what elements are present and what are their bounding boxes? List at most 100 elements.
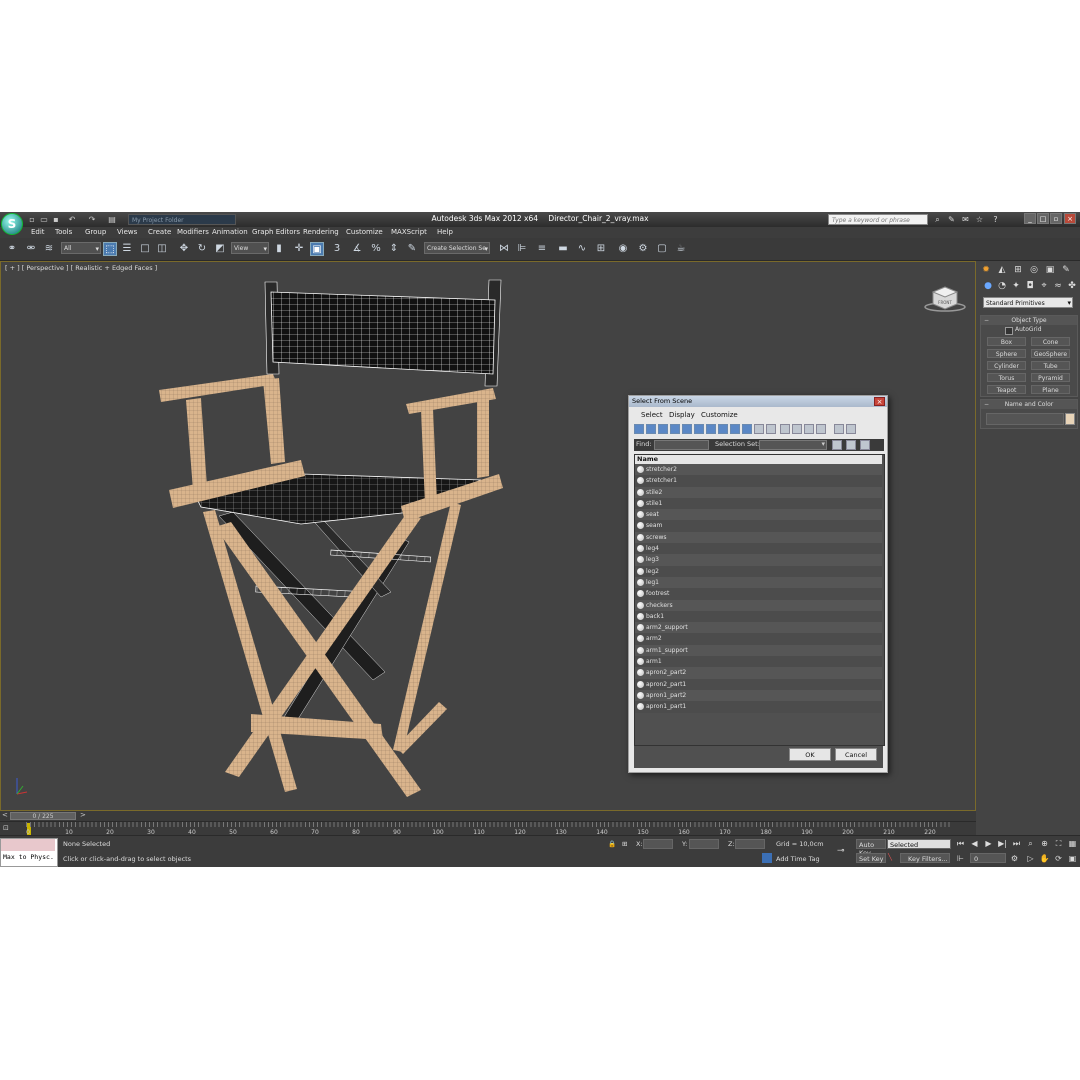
cylinder-button[interactable]: Cylinder: [987, 361, 1026, 370]
go-to-end-icon[interactable]: ⏭: [1011, 838, 1022, 849]
schematic-view-icon[interactable]: ⊞: [594, 242, 608, 256]
display-lights-icon[interactable]: [658, 424, 668, 434]
object-list-row[interactable]: apron1_part1: [635, 701, 882, 713]
selection-set-dropdown[interactable]: [759, 440, 827, 450]
teapot-button[interactable]: Teapot: [987, 385, 1026, 394]
dialog-menu-customize[interactable]: Customize: [701, 411, 738, 419]
display-bones-icon[interactable]: [730, 424, 740, 434]
render-production-icon[interactable]: ☕: [674, 242, 688, 256]
curve-editor-icon[interactable]: ∿: [575, 242, 589, 256]
zoom-extents-all-icon[interactable]: ▦: [1067, 838, 1078, 849]
cameras-icon[interactable]: ◘: [1024, 280, 1036, 292]
object-list-row[interactable]: leg3: [635, 554, 882, 566]
time-slider-next-icon[interactable]: >: [80, 811, 86, 819]
material-editor-icon[interactable]: ◉: [616, 242, 630, 256]
maxscript-listener[interactable]: Max to Physc.: [0, 838, 58, 867]
play-icon[interactable]: ▶: [983, 838, 994, 849]
display-shapes-icon[interactable]: [646, 424, 656, 434]
perspective-viewport[interactable]: [ + ] [ Perspective ] [ Realistic + Edge…: [0, 261, 976, 811]
ok-button[interactable]: OK: [789, 748, 831, 761]
select-none-icon[interactable]: [846, 440, 856, 450]
time-slider[interactable]: < 0 / 225 >: [0, 811, 976, 821]
time-tag-icon[interactable]: [762, 853, 772, 863]
rendered-frame-window-icon[interactable]: ▢: [655, 242, 669, 256]
mini-curve-editor-icon[interactable]: ⊡: [3, 824, 17, 833]
percent-snap-icon[interactable]: %: [369, 242, 383, 256]
name-color-title[interactable]: Name and Color: [981, 400, 1077, 409]
cancel-button[interactable]: Cancel: [835, 748, 877, 761]
time-slider-prev-icon[interactable]: <: [2, 811, 8, 819]
display-tab-icon[interactable]: ▣: [1044, 264, 1056, 276]
select-rotate-icon[interactable]: ↻: [195, 242, 209, 256]
maximize-button[interactable]: □: [1037, 213, 1049, 224]
next-frame-icon[interactable]: ▶|: [997, 838, 1008, 849]
display-frozen-icon[interactable]: [754, 424, 764, 434]
menu-views[interactable]: Views: [117, 228, 137, 236]
box-button[interactable]: Box: [987, 337, 1026, 346]
filter-options-icon[interactable]: [846, 424, 856, 434]
hierarchy-tab-icon[interactable]: ⊞: [1012, 264, 1024, 276]
restore-button[interactable]: ▫: [1050, 213, 1062, 224]
render-setup-icon[interactable]: ⚙: [636, 242, 650, 256]
lock-selection-icon[interactable]: 🔒: [608, 840, 616, 848]
window-crossing-icon[interactable]: ◫: [155, 242, 169, 256]
add-time-tag[interactable]: Add Time Tag: [776, 855, 820, 863]
menu-customize[interactable]: Customize: [346, 228, 383, 236]
select-manipulate-icon[interactable]: ✛: [292, 242, 306, 256]
object-list-row[interactable]: arm1: [635, 656, 882, 668]
x-coordinate-field[interactable]: [643, 839, 673, 849]
space-warps-icon[interactable]: ≈: [1052, 280, 1064, 292]
object-list-row[interactable]: apron2_part1: [635, 678, 882, 690]
menu-group[interactable]: Group: [85, 228, 106, 236]
object-name-field[interactable]: [986, 413, 1064, 425]
layer-manager-icon[interactable]: ≡: [535, 242, 549, 256]
object-list-row[interactable]: leg4: [635, 543, 882, 555]
favorites-star-icon[interactable]: ☆: [974, 214, 985, 225]
dialog-menu-select[interactable]: Select: [641, 411, 663, 419]
motion-tab-icon[interactable]: ◎: [1028, 264, 1040, 276]
display-none-icon[interactable]: [792, 424, 802, 434]
select-invert-icon[interactable]: [860, 440, 870, 450]
menu-tools[interactable]: Tools: [55, 228, 72, 236]
mirror-icon[interactable]: ⋈: [497, 242, 511, 256]
object-list-row[interactable]: stile2: [635, 486, 882, 498]
display-geometry-icon[interactable]: [634, 424, 644, 434]
binoculars-icon[interactable]: ⌕: [932, 214, 943, 225]
display-groups-icon[interactable]: [706, 424, 716, 434]
help-icon[interactable]: ?: [990, 214, 1001, 225]
object-list[interactable]: Name stretcher2 stretcher1 stile2 stile1 sea…: [634, 454, 885, 746]
pivot-center-icon[interactable]: ▮: [272, 242, 286, 256]
go-to-start-icon[interactable]: ⏮: [955, 838, 966, 849]
display-invert-icon[interactable]: [804, 424, 814, 434]
menu-graph-editors[interactable]: Graph Editors: [252, 228, 300, 236]
display-helpers-icon[interactable]: [682, 424, 692, 434]
object-list-row[interactable]: arm1_support: [635, 644, 882, 657]
close-button[interactable]: ×: [1064, 213, 1076, 224]
pan-view-icon[interactable]: ✋: [1039, 853, 1050, 864]
dialog-close-button[interactable]: ×: [874, 397, 885, 406]
zoom-icon[interactable]: ⌕: [1025, 838, 1036, 849]
object-list-row[interactable]: back1: [635, 610, 882, 623]
select-link-icon[interactable]: ⚭: [5, 242, 19, 256]
key-filter-icon[interactable]: ╲: [888, 853, 892, 861]
object-type-title[interactable]: Object Type: [981, 316, 1077, 325]
select-scale-icon[interactable]: ◩: [213, 242, 227, 256]
torus-button[interactable]: Torus: [987, 373, 1026, 382]
search-input[interactable]: Type a keyword or phrase: [828, 214, 928, 225]
object-list-row[interactable]: leg2: [635, 565, 882, 577]
category-dropdown[interactable]: Standard Primitives: [983, 297, 1073, 309]
zoom-extents-icon[interactable]: ⛶: [1053, 838, 1064, 849]
app-logo-icon[interactable]: S: [1, 213, 23, 235]
object-list-row[interactable]: apron1_part2: [635, 689, 882, 702]
menu-modifiers[interactable]: Modifiers: [177, 228, 209, 236]
menu-create[interactable]: Create: [148, 228, 171, 236]
comm-center-icon[interactable]: ✉: [960, 214, 971, 225]
geometry-icon[interactable]: ●: [982, 280, 994, 292]
sphere-button[interactable]: Sphere: [987, 349, 1026, 358]
align-icon[interactable]: ⊫: [515, 242, 529, 256]
unlink-icon[interactable]: ⚮: [24, 242, 38, 256]
cone-button[interactable]: Cone: [1031, 337, 1070, 346]
graphite-ribbon-icon[interactable]: ▬: [556, 242, 570, 256]
filter-icon[interactable]: [834, 424, 844, 434]
modify-tab-icon[interactable]: ◭: [996, 264, 1008, 276]
